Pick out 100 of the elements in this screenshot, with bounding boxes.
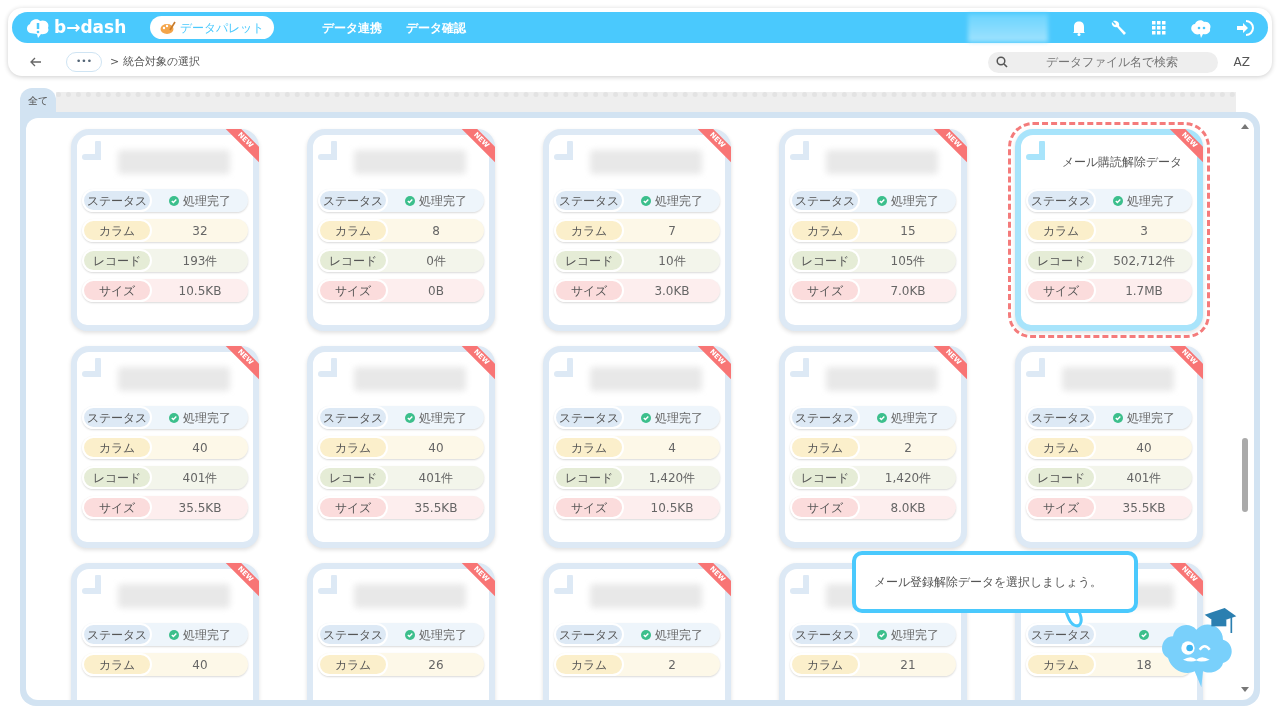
field-label: カラム xyxy=(1026,436,1096,459)
field-value: 10件 xyxy=(658,252,686,270)
field-value: 処理完了 xyxy=(419,409,467,427)
field-label: レコード xyxy=(318,249,388,272)
scroll-down-icon[interactable] xyxy=(1240,686,1250,694)
field-label: ステータス xyxy=(318,189,388,212)
breadcrumb-current: 統合対象の選択 xyxy=(123,53,201,70)
field-value: 3 xyxy=(1140,222,1148,240)
field-value: 401件 xyxy=(418,469,454,487)
check-icon xyxy=(877,629,887,640)
field-label: レコード xyxy=(554,466,624,489)
field-value: 10.5KB xyxy=(178,282,222,300)
field-value: 35.5KB xyxy=(414,499,458,517)
back-arrow-icon[interactable] xyxy=(30,57,42,67)
login-icon[interactable] xyxy=(1236,18,1256,37)
field-value: 処理完了 xyxy=(183,192,231,210)
field-label: レコード xyxy=(554,249,624,272)
field-value: 502,712件 xyxy=(1113,252,1175,270)
field-value: 1,420件 xyxy=(648,469,696,487)
wrench-icon[interactable] xyxy=(1110,18,1128,37)
field-value: 処理完了 xyxy=(1127,192,1175,210)
field-label: ステータス xyxy=(1026,406,1096,429)
field-value: 401件 xyxy=(1126,469,1162,487)
field-value: 0件 xyxy=(426,252,446,270)
check-icon xyxy=(169,195,179,206)
field-value: 105件 xyxy=(890,252,926,270)
cloud-icon xyxy=(26,16,50,39)
field-value: 1.7MB xyxy=(1125,282,1163,300)
breadcrumb-separator: > xyxy=(110,53,120,70)
field-value: 35.5KB xyxy=(178,499,222,517)
field-value: 7 xyxy=(668,222,676,240)
field-value: 7.0KB xyxy=(890,282,926,300)
field-value: 26 xyxy=(428,656,444,674)
field-label: ステータス xyxy=(1026,189,1096,212)
field-value: 15 xyxy=(900,222,916,240)
field-label: ステータス xyxy=(554,623,624,646)
field-label: サイズ xyxy=(318,496,388,519)
field-value: 処理完了 xyxy=(183,626,231,644)
field-label: カラム xyxy=(554,653,624,676)
field-label: カラム xyxy=(554,436,624,459)
field-label: サイズ xyxy=(82,279,152,302)
grid-icon[interactable] xyxy=(1152,20,1166,35)
field-value: 193件 xyxy=(182,252,218,270)
field-label: カラム xyxy=(318,219,388,242)
field-label: サイズ xyxy=(554,496,624,519)
field-label: カラム xyxy=(318,653,388,676)
field-label: ステータス xyxy=(318,406,388,429)
field-label: サイズ xyxy=(790,496,860,519)
field-value: 8.0KB xyxy=(890,499,926,517)
field-value: 1,420件 xyxy=(884,469,932,487)
check-icon xyxy=(405,629,415,640)
check-icon xyxy=(877,412,887,423)
field-value: 18 xyxy=(1136,656,1152,674)
field-label: ステータス xyxy=(554,189,624,212)
field-value: 処理完了 xyxy=(183,409,231,427)
field-label: カラム xyxy=(1026,219,1096,242)
field-label: ステータス xyxy=(82,189,152,212)
field-value: 401件 xyxy=(182,469,218,487)
scrollbar-thumb[interactable] xyxy=(1242,438,1248,512)
field-label: ステータス xyxy=(318,623,388,646)
field-label: サイズ xyxy=(554,279,624,302)
field-value: 40 xyxy=(192,439,208,457)
field-value: 8 xyxy=(432,222,440,240)
field-value: 処理完了 xyxy=(419,626,467,644)
field-label: ステータス xyxy=(1026,623,1096,646)
field-value: 0B xyxy=(428,282,444,300)
sort-button[interactable]: AZ xyxy=(1233,53,1250,71)
field-label: カラム xyxy=(82,436,152,459)
field-value: 処理完了 xyxy=(419,192,467,210)
field-label: カラム xyxy=(790,436,860,459)
field-label: ステータス xyxy=(790,189,860,212)
palette-icon xyxy=(160,20,177,35)
bell-icon[interactable] xyxy=(1072,19,1086,36)
check-icon xyxy=(641,629,651,640)
field-value: 21 xyxy=(900,656,916,674)
tab[interactable]: 全て xyxy=(20,88,56,112)
field-value: 処理完了 xyxy=(655,626,703,644)
field-value: 32 xyxy=(192,222,208,240)
field-label: カラム xyxy=(1026,653,1096,676)
field-label: カラム xyxy=(790,653,860,676)
search-field[interactable]: データファイル名で検索 xyxy=(987,51,1218,73)
field-value: 40 xyxy=(1136,439,1152,457)
scroll-up-icon[interactable] xyxy=(1240,122,1250,130)
field-label: サイズ xyxy=(318,279,388,302)
field-label: ステータス xyxy=(554,406,624,429)
field-label: レコード xyxy=(790,466,860,489)
field-value: 4 xyxy=(668,439,676,457)
field-label: サイズ xyxy=(1026,279,1096,302)
mascot-icon[interactable] xyxy=(1190,17,1212,38)
field-label: ステータス xyxy=(790,623,860,646)
tooltip: メール登録解除データを選択しましょう。 xyxy=(852,551,1138,613)
check-icon xyxy=(641,412,651,423)
field-label: レコード xyxy=(1026,249,1096,272)
field-label: レコード xyxy=(1026,466,1096,489)
field-value: 処理完了 xyxy=(655,409,703,427)
field-label: レコード xyxy=(318,466,388,489)
field-value: 処理完了 xyxy=(891,192,939,210)
field-value: 10.5KB xyxy=(650,499,694,517)
field-value: 40 xyxy=(428,439,444,457)
breadcrumb-more-button[interactable]: ••• xyxy=(66,52,102,72)
